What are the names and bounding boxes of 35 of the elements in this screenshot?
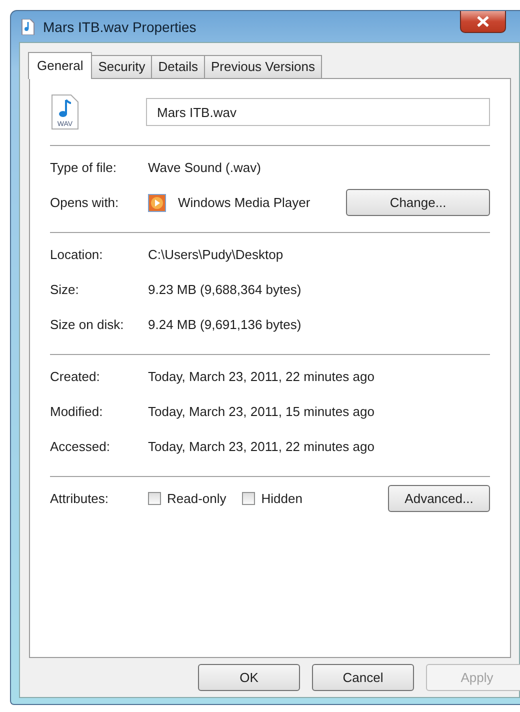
play-icon	[148, 194, 166, 212]
field-label: Location:	[50, 247, 104, 262]
field-label: Created:	[50, 369, 101, 384]
checkbox[interactable]	[148, 492, 161, 505]
field-label: Modified:	[50, 404, 104, 419]
dialog-button[interactable]: OK	[198, 664, 300, 691]
checkbox-label: Hidden	[261, 491, 302, 506]
field-value: Today, March 23, 2011, 22 minutes ago	[148, 369, 374, 384]
field-label: Type of file:	[50, 160, 118, 175]
advanced-button[interactable]: Advanced...	[388, 485, 490, 512]
field-label: Size on disk:	[50, 317, 125, 332]
dialog-button[interactable]: Cancel	[312, 664, 414, 691]
field-value: Today, March 23, 2011, 15 minutes ago	[148, 404, 374, 419]
tab[interactable]: General	[28, 52, 92, 79]
window-title: Mars ITB.wav Properties	[43, 18, 198, 34]
field-label: Accessed:	[50, 439, 111, 454]
field-value: Wave Sound (.wav)	[148, 160, 261, 175]
tab[interactable]: Security	[91, 55, 152, 78]
close-icon	[477, 16, 489, 27]
field-value: 9.23 MB (9,688,364 bytes)	[148, 282, 302, 297]
close-button[interactable]	[460, 11, 506, 33]
checkbox-label: Read-only	[167, 491, 226, 506]
field-value: C:\Users\Pudy\Desktop	[148, 247, 284, 262]
field-value: 9.24 MB (9,691,136 bytes)	[148, 317, 302, 332]
app-name: Windows Media Player	[178, 195, 312, 210]
file-icon	[21, 18, 35, 34]
checkbox[interactable]	[242, 492, 256, 505]
field-label: Size:	[50, 282, 80, 297]
tab[interactable]: Details	[151, 55, 205, 78]
tab[interactable]: Previous Versions	[204, 55, 322, 78]
attributes-label: Attributes:	[50, 491, 110, 506]
change-button[interactable]: Change...	[346, 189, 490, 216]
file-name-field[interactable]: Mars ITB.wav	[146, 98, 490, 126]
field-label: Opens with:	[50, 195, 120, 210]
field-value: Today, March 23, 2011, 22 minutes ago	[148, 439, 374, 454]
